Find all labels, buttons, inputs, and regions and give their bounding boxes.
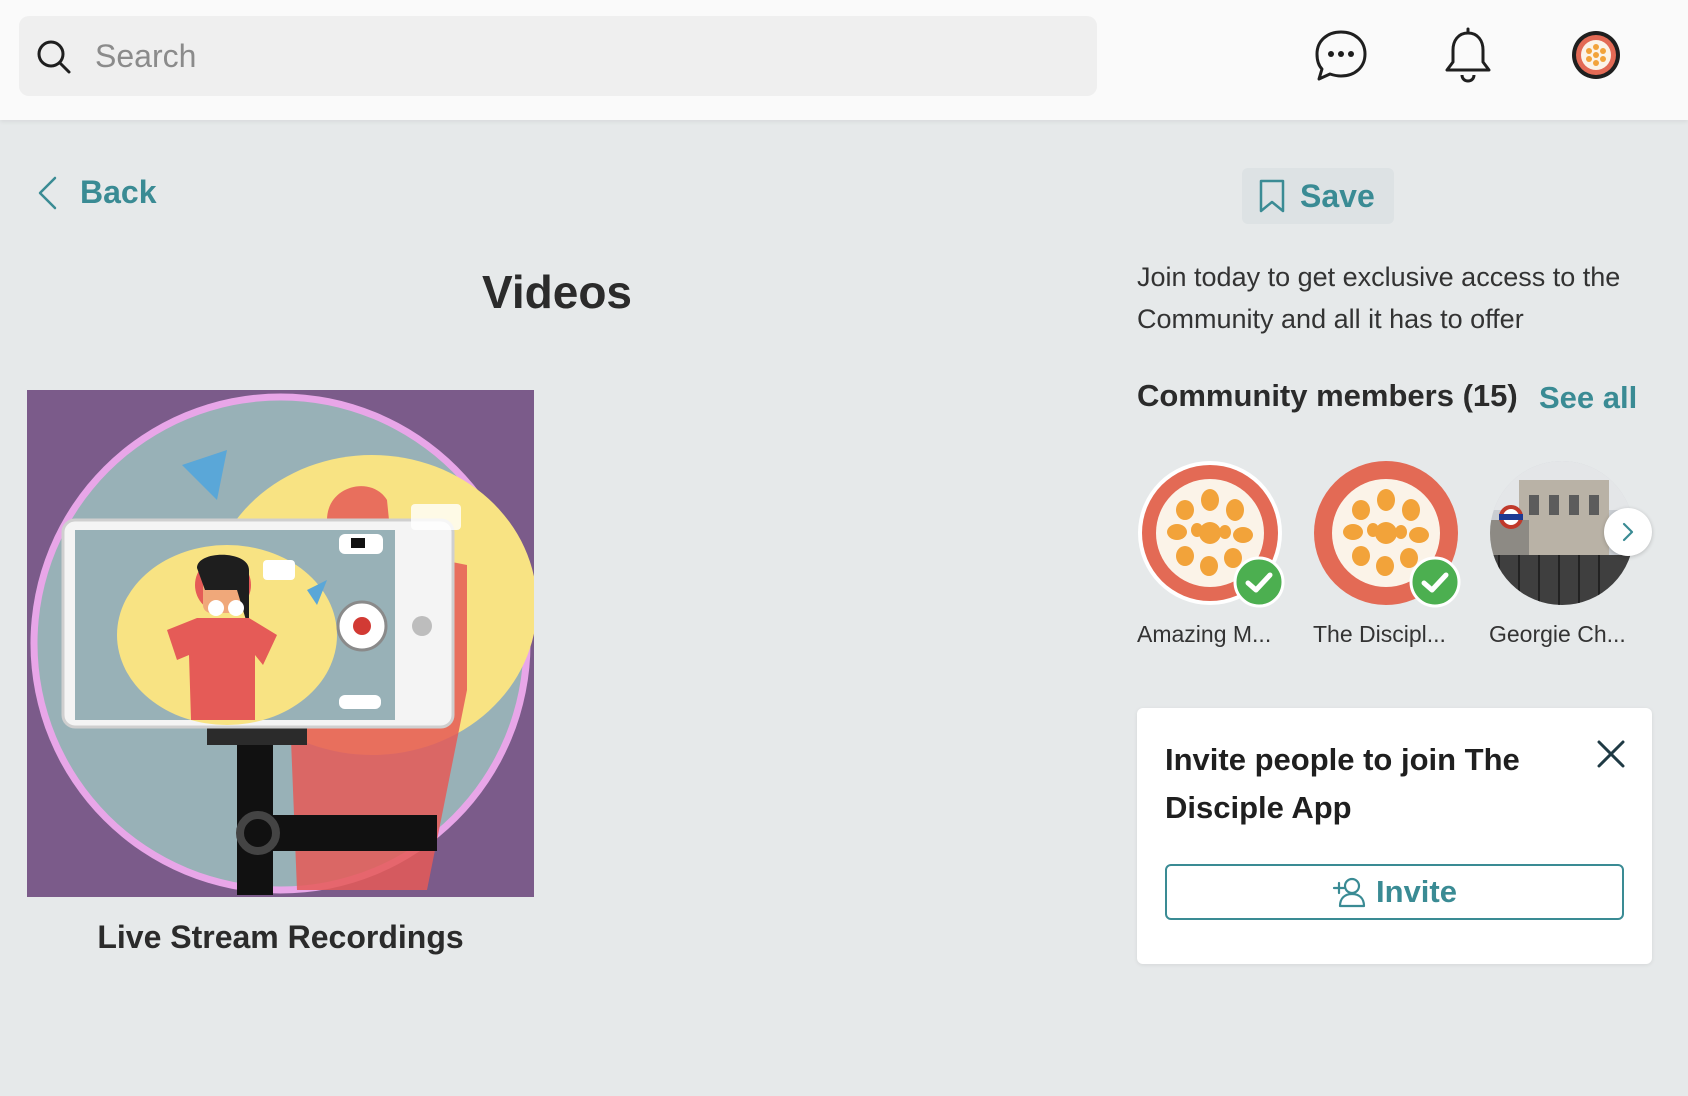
- user-avatar[interactable]: [1571, 30, 1621, 80]
- member-item[interactable]: Georgie Ch...: [1489, 460, 1639, 648]
- invite-button[interactable]: Invite: [1165, 864, 1624, 920]
- back-button[interactable]: Back: [36, 174, 157, 211]
- verified-check-icon: [1409, 556, 1461, 608]
- bell-icon[interactable]: [1438, 26, 1498, 86]
- members-next-button[interactable]: [1604, 508, 1652, 556]
- search-bar[interactable]: [19, 16, 1097, 96]
- member-item[interactable]: The Discipl...: [1313, 460, 1463, 648]
- top-bar: [0, 0, 1688, 120]
- save-label: Save: [1300, 177, 1375, 214]
- chat-icon[interactable]: [1311, 26, 1371, 86]
- member-name: Georgie Ch...: [1489, 621, 1626, 647]
- invite-card: Invite people to join The Disciple App I…: [1137, 708, 1652, 964]
- chevron-left-icon: [38, 176, 57, 209]
- bookmark-icon: [1259, 179, 1285, 213]
- search-input[interactable]: [95, 16, 1075, 96]
- verified-check-icon: [1233, 556, 1285, 608]
- page-title: Videos: [482, 266, 632, 318]
- member-name: Amazing M...: [1137, 621, 1272, 647]
- invite-button-label: Invite: [1376, 874, 1457, 909]
- member-item[interactable]: Amazing M...: [1137, 460, 1287, 648]
- save-button[interactable]: Save: [1242, 168, 1394, 224]
- video-thumbnail: [27, 390, 534, 897]
- see-all-link[interactable]: See all: [1539, 380, 1637, 416]
- members-heading: Community members (15): [1137, 378, 1518, 413]
- back-label: Back: [80, 174, 157, 210]
- video-card[interactable]: Live Stream Recordings: [27, 390, 534, 956]
- chevron-right-icon: [1622, 522, 1634, 542]
- close-icon[interactable]: [1593, 736, 1629, 772]
- promo-text: Join today to get exclusive access to th…: [1137, 262, 1621, 334]
- invite-title: Invite people to join The Disciple App: [1165, 742, 1520, 825]
- search-icon: [37, 40, 71, 74]
- add-user-icon: [1332, 877, 1366, 908]
- member-name: The Discipl...: [1313, 621, 1446, 647]
- video-card-title: Live Stream Recordings: [97, 919, 464, 955]
